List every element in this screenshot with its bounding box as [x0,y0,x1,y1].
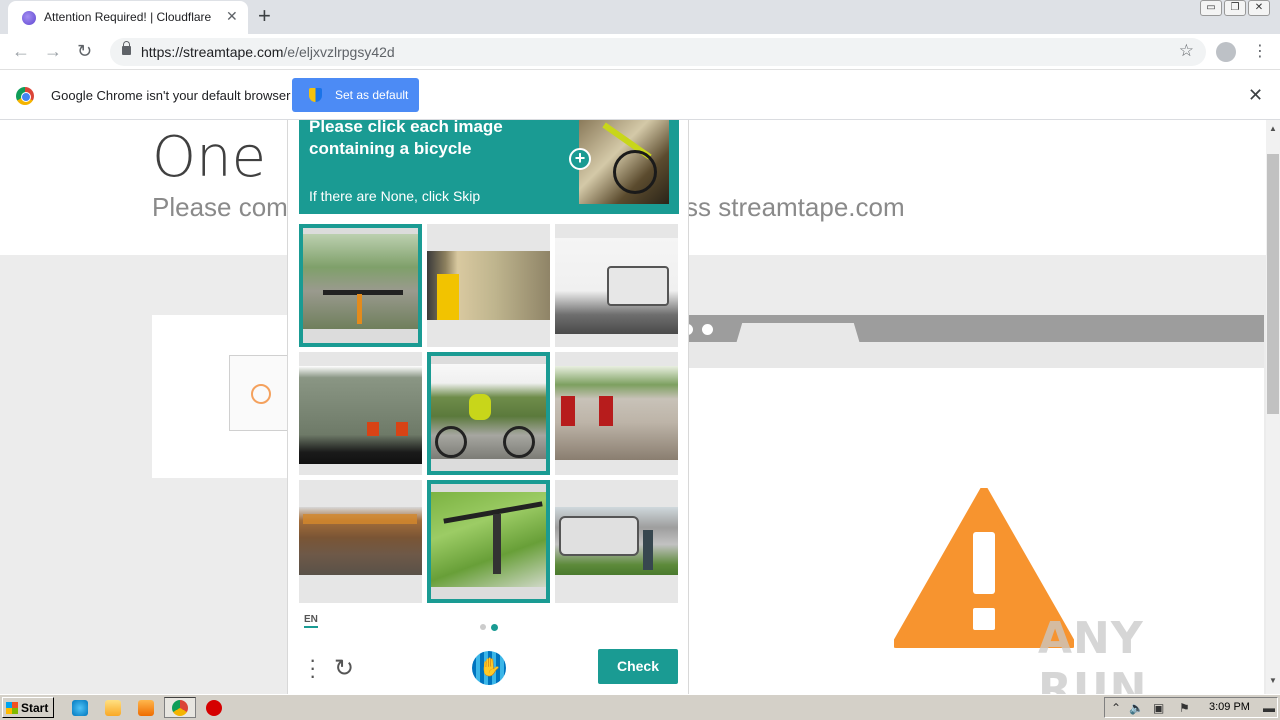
hcaptcha-challenge: Please click each image containing a bic… [287,117,689,694]
captcha-tile-7[interactable] [299,480,422,603]
window-controls: ▭ ❐ ✕ [1200,0,1270,16]
default-browser-infobar: Google Chrome isn't your default browser… [0,71,1280,120]
illustration-tab [736,323,860,344]
infobar-message: Google Chrome isn't your default browser [51,88,291,103]
folder-icon[interactable] [105,700,121,716]
captcha-tile-9[interactable] [555,480,678,603]
hcaptcha-logo-icon[interactable] [472,651,506,685]
captcha-tile-4[interactable] [299,352,422,475]
site-favicon-icon [22,11,36,25]
uac-shield-icon [309,88,322,102]
system-tray: ⌃ 🔈 ▣ ⚑ 3:09 PM ▬ [1104,697,1278,718]
address-bar[interactable]: https://streamtape.com/e/eljxvzlrpgsy42d… [110,38,1206,66]
lock-icon [122,41,131,55]
anyrun-watermark: ANY RUN [1038,613,1148,694]
url-text: https://streamtape.com/e/eljxvzlrpgsy42d [141,44,395,60]
profile-avatar-icon[interactable] [1216,42,1236,62]
captcha-tile-5[interactable] [427,352,550,475]
internet-explorer-icon[interactable] [72,700,88,716]
new-tab-button[interactable]: + [258,3,271,29]
expand-example-icon[interactable]: + [569,148,591,170]
network-icon[interactable]: ▣ [1153,701,1164,715]
start-label: Start [21,701,49,715]
captcha-tile-8[interactable] [427,480,550,603]
scroll-thumb[interactable] [1267,154,1279,414]
clock: 3:09 PM [1209,701,1250,713]
captcha-prompt: Please click each image containing a bic… [299,117,679,214]
captcha-tile-2[interactable] [427,224,550,347]
chrome-icon [172,700,188,716]
example-bicycle-image[interactable] [579,120,669,204]
set-as-default-button[interactable]: Set as default [292,78,419,112]
show-desktop-icon[interactable]: ▬ [1263,701,1275,715]
captcha-tile-3[interactable] [555,224,678,347]
taskbar-chrome-button[interactable] [164,697,196,718]
reload-icon[interactable]: ↻ [77,41,92,62]
loading-ring-icon [251,384,271,404]
forward-arrow-icon[interactable]: → [44,41,62,62]
language-selector[interactable]: EN [304,614,318,628]
illustration-browser-panel [688,342,1264,368]
tile-image [299,366,422,464]
prompt-text: Please click each image containing a bic… [309,117,503,158]
close-window-icon[interactable]: ✕ [1248,0,1270,16]
page-subheading: Please com [152,192,288,222]
captcha-tile-1[interactable] [299,224,422,347]
back-arrow-icon[interactable]: ← [12,41,30,62]
volume-icon[interactable]: 🔈 [1129,701,1144,715]
set-as-default-label: Set as default [335,88,409,102]
bookmark-star-icon[interactable]: ☆ [1179,41,1194,61]
scroll-down-icon[interactable]: ▼ [1269,676,1277,685]
illustration-dot [702,324,713,335]
opera-icon[interactable] [206,700,222,716]
windows-logo-icon [6,702,18,714]
tab-title: Attention Required! | Cloudflare [44,10,212,24]
tab-close-icon[interactable]: ✕ [226,8,238,25]
windows-taskbar: Start ⌃ 🔈 ▣ ⚑ 3:09 PM ▬ [0,694,1280,720]
browser-toolbar: ← → ↻ https://streamtape.com/e/eljxvzlrp… [0,34,1280,70]
scroll-up-icon[interactable]: ▲ [1269,124,1277,133]
page-scrollbar[interactable]: ▲ ▼ [1266,120,1280,694]
illustration-browser-bar [682,315,1264,344]
show-hidden-icons-icon[interactable]: ⌃ [1111,701,1121,715]
refresh-challenge-icon[interactable]: ↻ [334,654,354,683]
chrome-menu-icon[interactable]: ⋮ [1252,41,1268,61]
prompt-hint: If there are None, click Skip [309,188,481,204]
page-subheading-tail: ss streamtape.com [685,192,905,222]
chrome-logo-icon [16,87,34,105]
tab-strip: Attention Required! | Cloudflare ✕ + ▭ ❐… [0,0,1280,34]
more-options-icon[interactable]: · · · [309,649,316,687]
start-button[interactable]: Start [2,697,54,718]
action-center-flag-icon[interactable]: ⚑ [1179,701,1190,715]
minimize-icon[interactable]: ▭ [1200,0,1222,16]
media-player-icon[interactable] [138,700,154,716]
browser-tab[interactable]: Attention Required! | Cloudflare ✕ [8,1,248,34]
captcha-tile-6[interactable] [555,352,678,475]
page-dot [480,624,486,630]
page-dot-active [491,624,498,631]
captcha-checkbox-frame[interactable] [229,355,289,431]
infobar-close-icon[interactable]: ✕ [1248,85,1263,106]
restore-icon[interactable]: ❐ [1224,0,1246,16]
check-button[interactable]: Check [598,649,678,684]
